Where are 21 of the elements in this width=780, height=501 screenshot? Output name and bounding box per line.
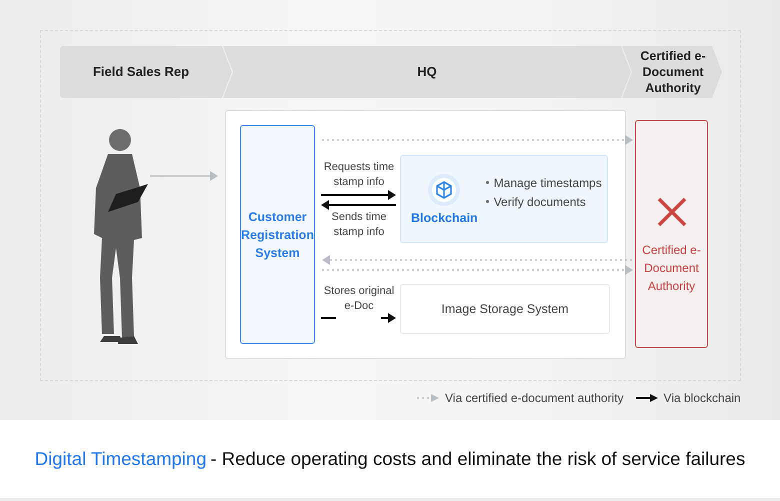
lane-header: Field Sales Rep	[60, 46, 232, 98]
authority-label: Certified e-Document Authority	[641, 242, 702, 295]
image-storage-box: Image Storage System	[400, 284, 610, 334]
blockchain-label: Blockchain	[411, 211, 478, 225]
caption-title: Digital Timestamping	[34, 448, 206, 469]
caption-text: - Reduce operating costs and eliminate the risk of service failures	[210, 448, 746, 469]
flow-label: Sends time stamp info	[330, 210, 388, 240]
legend-label: Via certified e-document authority	[445, 391, 624, 405]
bullet-text: Manage timestamps	[494, 176, 602, 190]
bullet-dot-icon	[486, 200, 489, 203]
customer-system-box: Customer Registration System	[240, 125, 315, 344]
lane-header: Certified e-Document Authority	[622, 46, 722, 98]
lane-header: HQ	[223, 46, 631, 98]
flow-label: Requests time stamp info	[322, 160, 396, 190]
bullet-text: Verify documents	[494, 194, 587, 208]
legend-label: Via blockchain	[664, 391, 741, 405]
flow-label: Stores original e-Doc	[322, 284, 396, 314]
blockchain-icon	[427, 173, 462, 207]
arrow-icon	[636, 393, 658, 403]
dotted-arrow-icon	[417, 393, 439, 403]
bullet-dot-icon	[486, 181, 489, 184]
